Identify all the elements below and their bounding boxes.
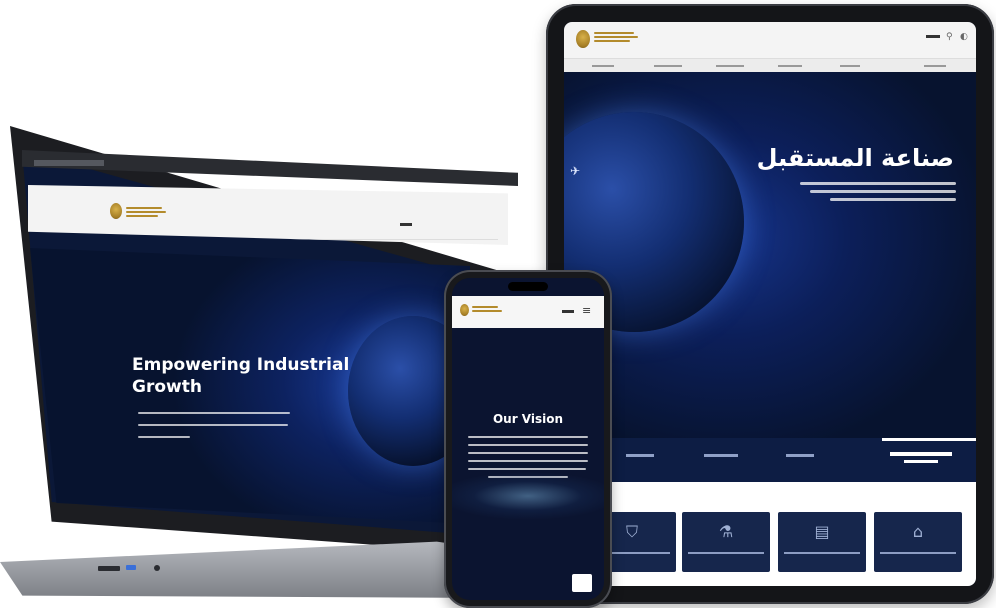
language-switch[interactable] <box>400 223 412 226</box>
hero-text-line <box>138 436 190 438</box>
vision-text-line <box>468 460 588 462</box>
vision-text-line <box>468 436 588 438</box>
accessibility-widget[interactable] <box>572 574 592 592</box>
microscope-icon: ⚗ <box>718 522 734 541</box>
accessibility-icon[interactable]: ◐ <box>960 32 968 42</box>
card-label <box>784 552 860 554</box>
hero-text-line <box>138 424 288 426</box>
phone-screen: ≡ Our Vision <box>452 278 604 600</box>
language-switch[interactable] <box>926 35 940 38</box>
tablet-header: ⚲ ◐ <box>564 22 976 58</box>
ministry-logo-text <box>594 32 638 44</box>
tab-item[interactable] <box>704 454 738 457</box>
hero-text-line <box>810 190 956 193</box>
tablet-hero: ✈ <box>564 72 976 438</box>
dynamic-island <box>508 282 548 291</box>
tab-item-active[interactable] <box>890 452 952 456</box>
usb-port <box>98 566 120 571</box>
ministry-logo-text <box>126 207 166 219</box>
tab-item-active-line2 <box>904 460 938 463</box>
hero-text-line <box>800 182 956 185</box>
tablet-service-cards: ⛉ ⚗ ▤ ⌂ <box>564 482 976 586</box>
status-bar <box>452 278 604 296</box>
search-icon[interactable]: ⚲ <box>946 32 953 42</box>
emblem-logo <box>460 304 469 316</box>
vision-title: Our Vision <box>492 412 564 426</box>
hero-text-line <box>830 198 956 201</box>
service-card[interactable]: ▤ <box>778 512 866 572</box>
tab-item[interactable] <box>786 454 814 457</box>
hero-title-line1: Empowering Industrial <box>132 355 350 375</box>
card-label <box>880 552 956 554</box>
service-card[interactable]: ⌂ <box>874 512 962 572</box>
shield-check-icon: ⛉ <box>625 522 638 541</box>
laptop-hero <box>30 248 470 524</box>
vision-text-line <box>468 444 588 446</box>
card-label <box>688 552 764 554</box>
ministry-logo-text <box>472 306 502 314</box>
usb-c-port <box>126 565 136 570</box>
audio-jack <box>154 565 160 571</box>
factory-icon: ⌂ <box>912 522 924 541</box>
plane-icon: ✈ <box>570 164 581 178</box>
document-check-icon: ▤ <box>814 522 830 541</box>
tablet-nav <box>564 58 976 73</box>
nav-item[interactable] <box>778 65 802 67</box>
vision-text-line <box>468 452 588 454</box>
nav-item[interactable] <box>716 65 744 67</box>
particle-wave-graphic <box>452 466 604 526</box>
browser-tab[interactable] <box>34 160 104 166</box>
hero-title-line2: Growth <box>132 377 202 397</box>
tablet-hero-title: صناعة المستقبل <box>756 144 954 172</box>
service-card[interactable]: ⚗ <box>682 512 770 572</box>
nav-item[interactable] <box>924 65 946 67</box>
nav-item[interactable] <box>592 65 614 67</box>
laptop-hero-title: Empowering Industrial Growth <box>132 354 349 398</box>
hamburger-menu-icon[interactable]: ≡ <box>582 304 591 317</box>
nav-item[interactable] <box>654 65 682 67</box>
nav-item[interactable] <box>840 65 860 67</box>
phone-header: ≡ <box>452 296 604 328</box>
hero-text-line <box>138 412 290 414</box>
language-switch[interactable] <box>562 310 574 313</box>
emblem-logo <box>576 30 590 48</box>
tablet-screen: ⚲ ◐ ✈ صناعة المستقبل ⛉ ⚗ ▤ ⌂ <box>564 22 976 586</box>
emblem-logo <box>110 203 122 219</box>
tablet-tabs <box>564 438 976 482</box>
tab-item[interactable] <box>626 454 654 457</box>
active-tab-indicator <box>882 438 976 441</box>
